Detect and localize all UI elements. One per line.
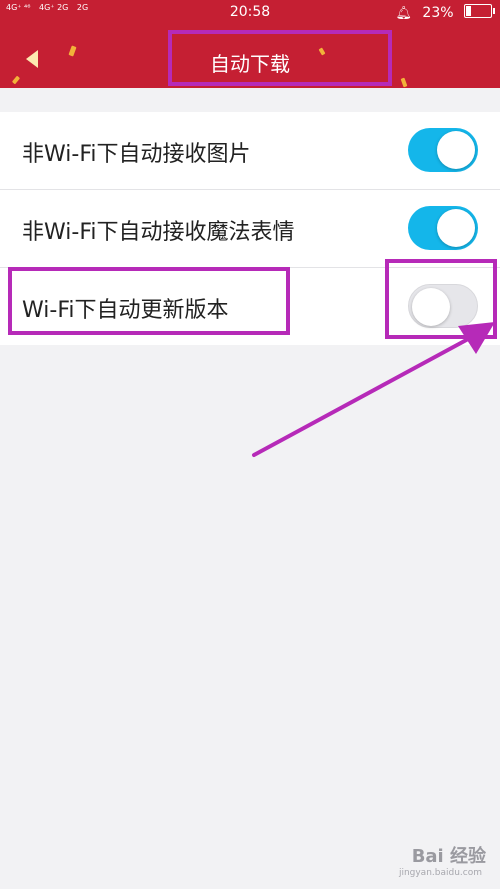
watermark-url: jingyan.baidu.com: [398, 868, 482, 878]
watermark-logo: Bai 经验: [411, 846, 486, 867]
pointer-arrow-icon: [252, 322, 495, 457]
